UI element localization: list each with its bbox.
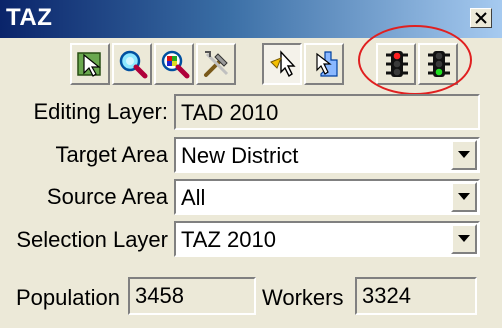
workers-label: Workers [262, 285, 344, 310]
close-icon [475, 12, 487, 24]
magnifier-map-icon [161, 50, 190, 79]
selection-layer-dropdown-button[interactable] [451, 224, 477, 254]
select-arrow-icon [77, 52, 101, 77]
source-area-label: Source Area [46, 184, 168, 209]
target-area-label: Target Area [55, 142, 168, 167]
source-area-value: All [181, 185, 206, 210]
taz-window: TAZ Editing Layer: TAD 2010 Target Area … [0, 0, 502, 328]
selection-layer-value: TAZ 2010 [181, 227, 276, 252]
pointer-blue-icon [316, 51, 338, 77]
title-bar[interactable]: TAZ [0, 0, 502, 38]
traffic-light-green-icon [428, 51, 450, 77]
tools-button[interactable] [196, 43, 236, 85]
tools-icon [204, 51, 229, 77]
selection-layer-label: Selection Layer [16, 227, 168, 252]
editing-layer-field: TAD 2010 [174, 94, 480, 130]
traffic-light-red-button[interactable] [376, 43, 416, 85]
chevron-down-icon [458, 193, 470, 200]
editing-layer-label: Editing Layer: [33, 99, 168, 124]
select-tool-button[interactable] [70, 43, 110, 85]
target-area-value: New District [181, 143, 299, 168]
population-label: Population [16, 285, 120, 310]
target-area-dropdown[interactable]: New District [174, 137, 480, 173]
traffic-light-green-button[interactable] [418, 43, 458, 85]
population-value: 3458 [128, 277, 256, 315]
selection-layer-dropdown[interactable]: TAZ 2010 [174, 221, 480, 257]
source-area-dropdown-button[interactable] [451, 182, 477, 212]
target-area-dropdown-button[interactable] [451, 140, 477, 170]
close-button[interactable] [470, 8, 492, 28]
magnifier-cyan-icon [119, 50, 148, 79]
workers-value: 3324 [355, 277, 477, 315]
zoom-extent-button[interactable] [154, 43, 194, 85]
window-title: TAZ [6, 4, 53, 31]
pointer-cursor-icon [270, 50, 296, 78]
source-area-dropdown[interactable]: All [174, 179, 480, 215]
chevron-down-icon [458, 151, 470, 158]
traffic-light-red-icon [386, 51, 408, 77]
chevron-down-icon [458, 235, 470, 242]
pointer-select-button[interactable] [262, 43, 302, 85]
pointer-add-button[interactable] [304, 43, 344, 85]
zoom-in-button[interactable] [112, 43, 152, 85]
